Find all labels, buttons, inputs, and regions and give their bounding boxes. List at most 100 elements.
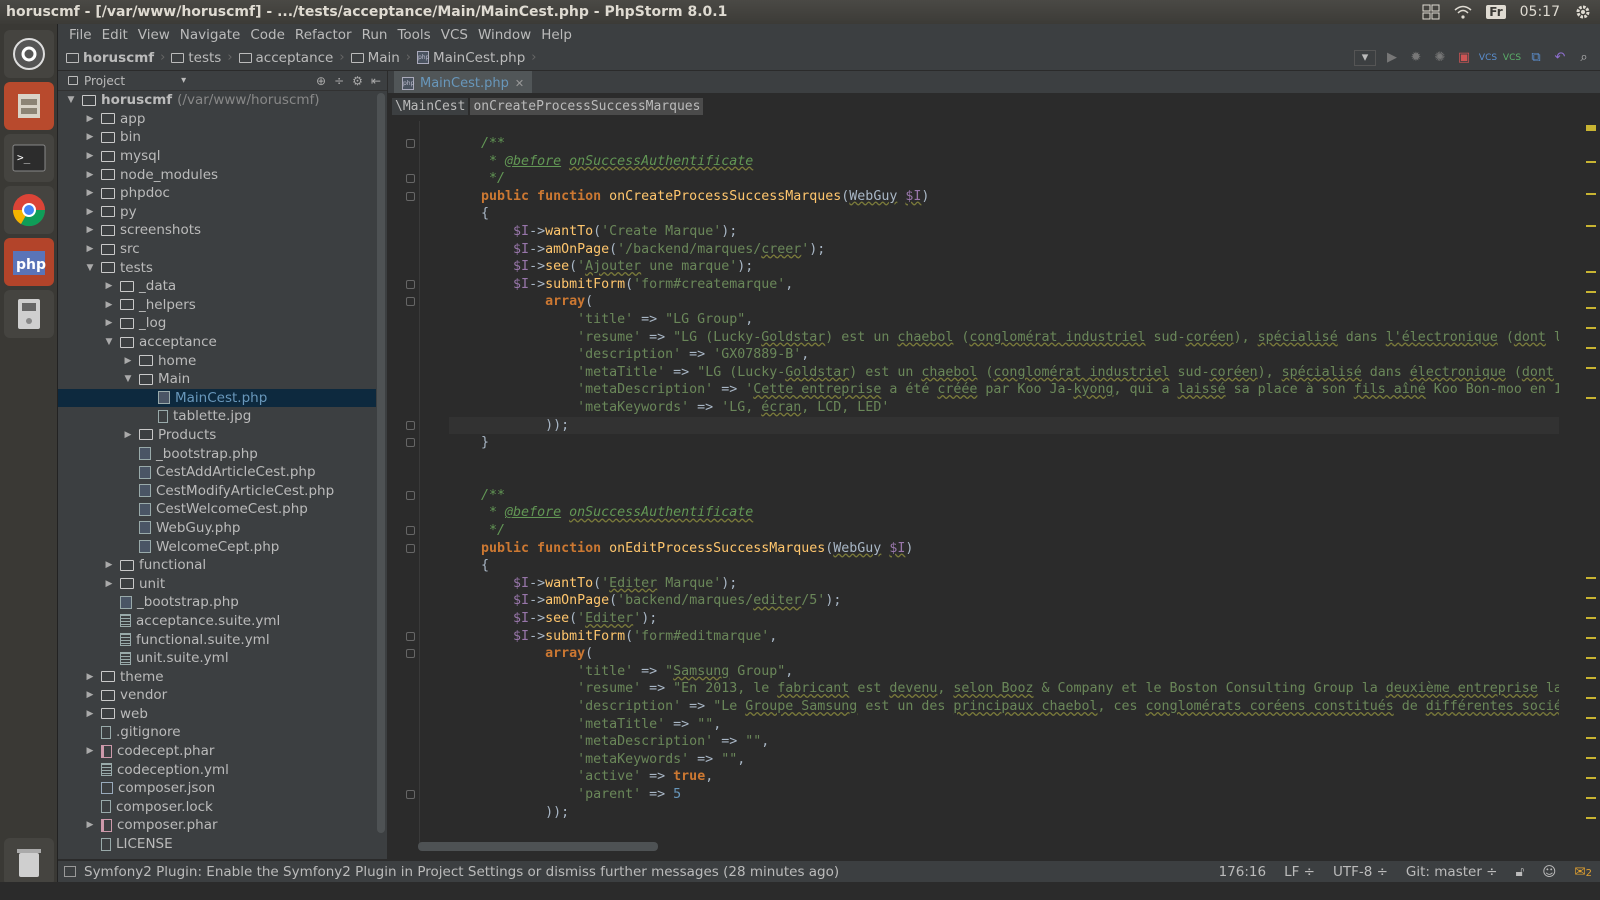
expand-arrow-icon[interactable]: ▼ (85, 263, 95, 273)
status-message[interactable]: Symfony2 Plugin: Enable the Symfony2 Plu… (58, 864, 1201, 880)
code-line[interactable]: $I->wantTo('Editer Marque'); (449, 575, 1559, 593)
warning-marker[interactable] (1586, 637, 1596, 639)
tree-item[interactable]: WebGuy.php (58, 519, 376, 538)
search-icon[interactable]: ⌕ (1576, 50, 1592, 66)
warning-marker[interactable] (1586, 291, 1596, 293)
warning-marker[interactable] (1586, 657, 1596, 659)
code-line[interactable]: 'resume' => "LG (Lucky-Goldstar) est un … (449, 329, 1559, 347)
menu-view[interactable]: View (133, 27, 175, 43)
menu-help[interactable]: Help (536, 27, 577, 43)
breadcrumb-main[interactable]: Main (350, 50, 400, 66)
tree-item[interactable]: ▶ Products (58, 426, 376, 445)
warning-marker[interactable] (1586, 817, 1596, 819)
code-line[interactable]: /** (449, 135, 1559, 153)
code-line[interactable] (449, 469, 1559, 487)
collapse-arrow-icon[interactable]: ▶ (123, 430, 133, 440)
warning-marker[interactable] (1586, 397, 1596, 399)
warning-marker[interactable] (1586, 677, 1596, 679)
tree-item[interactable]: codeception.yml (58, 760, 376, 779)
tree-item[interactable]: MainCest.php (58, 388, 376, 408)
tree-item[interactable]: ▶ bin (58, 128, 376, 147)
warning-marker[interactable] (1586, 577, 1596, 579)
tree-item[interactable]: CestWelcomeCest.php (58, 500, 376, 519)
tree-item[interactable]: ▶ codecept.phar (58, 742, 376, 761)
close-icon[interactable]: ✕ (515, 77, 524, 90)
tree-item[interactable]: ▶ unit (58, 574, 376, 593)
tree-item[interactable]: ▶ phpdoc (58, 184, 376, 203)
tree-item[interactable]: CestModifyArticleCest.php (58, 481, 376, 500)
debug-icon[interactable]: ✹ (1408, 50, 1424, 66)
fold-marker-icon[interactable] (406, 543, 415, 553)
tree-item[interactable]: ▼ Main (58, 370, 376, 389)
code-line[interactable]: 'metaDescription' => "", (449, 733, 1559, 751)
code-line[interactable]: public function onCreateProcessSuccessMa… (449, 188, 1559, 206)
fold-marker-icon[interactable] (406, 526, 415, 536)
breadcrumb-tests[interactable]: tests (171, 50, 221, 66)
tree-item[interactable]: _bootstrap.php (58, 444, 376, 463)
collapse-arrow-icon[interactable]: ▶ (104, 560, 114, 570)
collapse-arrow-icon[interactable]: ▶ (104, 579, 114, 589)
code-line[interactable] (449, 452, 1559, 470)
code-line[interactable]: array( (449, 293, 1559, 311)
menu-edit[interactable]: Edit (97, 27, 133, 43)
notifications-icon[interactable]: ✉︎2 (1574, 864, 1592, 880)
code-line[interactable]: )); (449, 416, 1559, 435)
collapse-all-icon[interactable]: ÷ (334, 74, 344, 88)
code-line[interactable]: 'resume' => "En 2013, le fabricant est d… (449, 680, 1559, 698)
code-line[interactable]: $I->see('Ajouter une marque'); (449, 258, 1559, 276)
caret-position[interactable]: 176:16 (1219, 864, 1267, 880)
tree-item[interactable]: ▼ tests (58, 258, 376, 277)
tree-item[interactable]: composer.lock (58, 798, 376, 817)
run-icon[interactable]: ▶ (1384, 50, 1400, 66)
collapse-arrow-icon[interactable]: ▶ (85, 690, 95, 700)
warning-marker[interactable] (1586, 697, 1596, 699)
coverage-icon[interactable]: ✺ (1432, 50, 1448, 66)
tree-item[interactable]: ▶ web (58, 705, 376, 724)
tree-item[interactable]: unit.suite.yml (58, 649, 376, 668)
vcs-revert-icon[interactable]: ↶ (1552, 50, 1568, 66)
code-line[interactable]: 'metaKeywords' => "", (449, 751, 1559, 769)
menu-run[interactable]: Run (357, 27, 393, 43)
tree-item[interactable]: CestAddArticleCest.php (58, 463, 376, 482)
breadcrumb-acceptance[interactable]: acceptance (238, 50, 333, 66)
code-line[interactable]: 'title' => "LG Group", (449, 311, 1559, 329)
code-line[interactable]: $I->wantTo('Create Marque'); (449, 223, 1559, 241)
scroll-from-source-icon[interactable]: ⊕ (316, 74, 326, 88)
collapse-arrow-icon[interactable]: ▶ (85, 132, 95, 142)
collapse-arrow-icon[interactable]: ▶ (85, 207, 95, 217)
collapse-arrow-icon[interactable]: ▶ (85, 244, 95, 254)
tree-item[interactable]: ▶ app (58, 110, 376, 129)
tree-item[interactable]: tablette.jpg (58, 407, 376, 426)
code-line[interactable]: public function onEditProcessSuccessMarq… (449, 540, 1559, 558)
launcher-phpstorm-button[interactable]: php (3, 238, 54, 286)
code-line[interactable]: 'active' => true, (449, 768, 1559, 786)
tree-item[interactable]: ▶ _log (58, 314, 376, 333)
code-line[interactable]: 'parent' => 5 (449, 786, 1559, 804)
editor-crumb-class[interactable]: \MainCest (392, 97, 469, 115)
warning-marker[interactable] (1586, 777, 1596, 779)
breadcrumb-project[interactable]: horuscmf (66, 50, 154, 66)
fold-marker-icon[interactable] (406, 491, 415, 500)
warning-marker[interactable] (1586, 161, 1596, 163)
tree-item[interactable]: WelcomeCept.php (58, 537, 376, 556)
horizontal-scrollbar[interactable] (418, 842, 658, 851)
breadcrumb-file[interactable]: php MainCest.php (417, 50, 525, 66)
collapse-arrow-icon[interactable]: ▶ (85, 188, 95, 198)
vcs-branch[interactable]: Git: master ÷ (1406, 864, 1498, 880)
collapse-arrow-icon[interactable]: ▶ (85, 151, 95, 161)
code-line[interactable]: $I->submitForm('form#editmarque', (449, 628, 1559, 646)
toggle-tool-windows-icon[interactable] (64, 866, 76, 877)
warning-marker[interactable] (1586, 597, 1596, 599)
tree-item[interactable]: ▶ theme (58, 667, 376, 686)
warning-marker[interactable] (1586, 757, 1596, 759)
clock[interactable]: 05:17 (1520, 4, 1560, 20)
warning-marker[interactable] (1586, 125, 1596, 131)
collapse-arrow-icon[interactable]: ▶ (85, 225, 95, 235)
code-line[interactable]: $I->see('Editer'); (449, 610, 1559, 628)
launcher-chrome-button[interactable] (3, 186, 54, 234)
tree-item[interactable]: ▶ vendor (58, 686, 376, 705)
collapse-arrow-icon[interactable]: ▶ (85, 114, 95, 124)
code-line[interactable]: 'metaTitle' => "LG (Lucky-Goldstar) est … (449, 364, 1559, 382)
tree-item[interactable]: ▶ home (58, 351, 376, 370)
tree-item[interactable]: acceptance.suite.yml (58, 612, 376, 631)
